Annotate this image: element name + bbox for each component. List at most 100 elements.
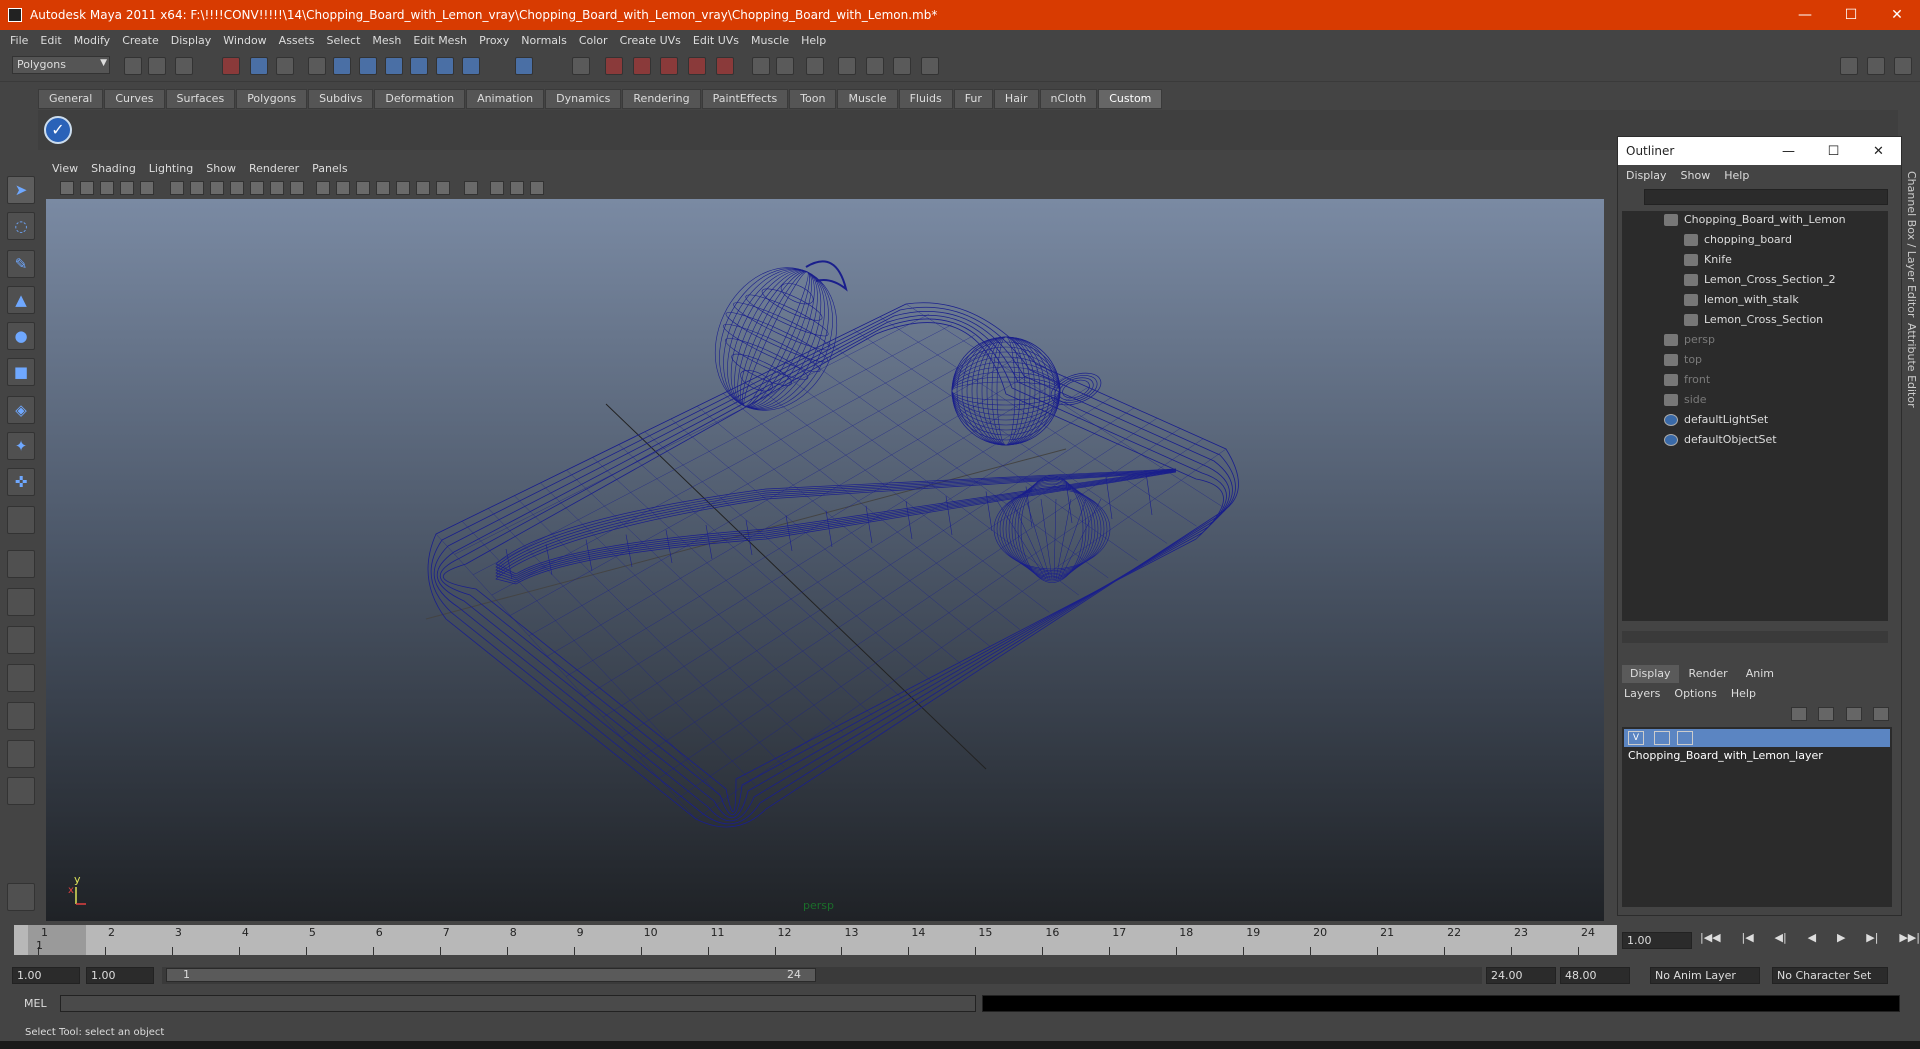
close-button[interactable]: ✕ — [1874, 7, 1920, 23]
shadows-icon[interactable] — [436, 181, 450, 195]
single-pane-layout-button[interactable] — [7, 550, 35, 578]
outliner-item[interactable]: Lemon_Cross_Section — [1684, 311, 1823, 329]
select-tool-button[interactable]: ➤ — [7, 176, 35, 204]
xray-components-icon[interactable] — [530, 181, 544, 195]
last-tool-button[interactable] — [7, 506, 35, 534]
four-pane-layout-button[interactable] — [7, 588, 35, 616]
outliner-item[interactable]: Knife — [1684, 251, 1732, 269]
render-view-icon[interactable] — [716, 57, 734, 75]
layer-menu-options[interactable]: Options — [1674, 687, 1716, 700]
menu-normals[interactable]: Normals — [515, 34, 573, 47]
safe-title-icon[interactable] — [290, 181, 304, 195]
lighting-default-icon[interactable] — [396, 181, 410, 195]
viewport-menu-show[interactable]: Show — [206, 162, 244, 175]
outliner-close-button[interactable]: ✕ — [1856, 144, 1901, 159]
save-scene-icon[interactable] — [175, 57, 193, 75]
outliner-item[interactable]: lemon_with_stalk — [1684, 291, 1799, 309]
xray-joints-icon[interactable] — [510, 181, 524, 195]
channel-box-layer-editor-tab[interactable]: Channel Box / Layer Editor — [1905, 171, 1918, 318]
field-chart-icon[interactable] — [250, 181, 264, 195]
ipr-render-icon[interactable] — [633, 57, 651, 75]
menu-file[interactable]: File — [4, 34, 34, 47]
move-tool-button[interactable]: ▲ — [7, 286, 35, 314]
animation-end-field[interactable]: 48.00 — [1560, 967, 1630, 984]
layouts-menu-button[interactable] — [7, 777, 35, 805]
shelf-tab-fluids[interactable]: Fluids — [898, 89, 953, 109]
new-layer-from-selection-icon[interactable] — [1873, 707, 1889, 721]
playback-start-field[interactable]: 1.00 — [86, 967, 154, 984]
step-back-key-button[interactable]: |◀ — [1742, 931, 1754, 951]
playback-end-field[interactable]: 24.00 — [1486, 967, 1556, 984]
xray-icon[interactable] — [490, 181, 504, 195]
clapper-icon[interactable] — [866, 57, 884, 75]
layer-row[interactable]: V Chopping_Board_with_Lemon_layer — [1624, 729, 1890, 762]
select-handles-icon[interactable] — [572, 57, 590, 75]
image-plane-icon[interactable] — [120, 181, 134, 195]
layer-visibility-toggle[interactable]: V — [1628, 731, 1644, 745]
outliner-item[interactable]: persp — [1664, 331, 1715, 349]
render-current-frame-icon[interactable] — [605, 57, 623, 75]
shelf-tab-toon[interactable]: Toon — [789, 89, 837, 109]
menu-edit-mesh[interactable]: Edit Mesh — [407, 34, 473, 47]
outliner-item[interactable]: chopping_board — [1684, 231, 1792, 249]
outliner-item[interactable]: Chopping_Board_with_Lemon — [1664, 211, 1846, 229]
two-pane-layout-button[interactable] — [7, 626, 35, 654]
menu-window[interactable]: Window — [217, 34, 272, 47]
character-set-selector[interactable]: No Character Set — [1772, 967, 1888, 984]
layer-menu-help[interactable]: Help — [1731, 687, 1756, 700]
new-empty-layer-icon[interactable] — [1845, 707, 1862, 721]
gear-icon[interactable] — [921, 57, 939, 75]
construction-history-icon[interactable] — [462, 57, 480, 75]
hypershade-layout-button[interactable] — [7, 740, 35, 768]
menu-color[interactable]: Color — [573, 34, 614, 47]
viewport-menu-shading[interactable]: Shading — [91, 162, 144, 175]
attribute-editor-tab[interactable]: Attribute Editor — [1905, 323, 1918, 408]
wireframe-on-shaded-icon[interactable] — [356, 181, 370, 195]
camera-attributes-icon[interactable] — [80, 181, 94, 195]
snap-grid-icon[interactable] — [308, 57, 326, 75]
smooth-shade-icon[interactable] — [336, 181, 350, 195]
gate-mask-icon[interactable] — [230, 181, 244, 195]
viewport-menu-panels[interactable]: Panels — [312, 162, 355, 175]
range-slider-track[interactable]: 1 24 — [162, 967, 1482, 984]
shelf-tab-animation[interactable]: Animation — [466, 89, 545, 109]
shelf-tab-polygons[interactable]: Polygons — [236, 89, 308, 109]
history-icon[interactable] — [436, 57, 454, 75]
time-slider[interactable]: 1 2 3 4 5 6 7 8 9 10 11 12 13 14 15 16 17 18 19 20 21 22 23 24 1 — [14, 925, 1617, 955]
shelf-tab-muscle[interactable]: Muscle — [837, 89, 898, 109]
select-camera-icon[interactable] — [60, 181, 74, 195]
maximize-button[interactable]: ☐ — [1828, 7, 1874, 23]
tab-render[interactable]: Render — [1680, 665, 1736, 683]
step-forward-key-button[interactable]: ▶| — [1866, 931, 1878, 951]
two-d-pan-icon[interactable] — [140, 181, 154, 195]
menu-assets[interactable]: Assets — [273, 34, 321, 47]
shelf-tab-ncloth[interactable]: nCloth — [1039, 89, 1098, 109]
tool-settings-toggle-icon[interactable] — [1894, 57, 1912, 75]
minimize-button[interactable]: — — [1782, 7, 1828, 23]
hypershade-icon[interactable] — [688, 57, 706, 75]
snap-live-surface-icon[interactable] — [410, 57, 428, 75]
lighting-all-icon[interactable] — [416, 181, 430, 195]
lock-icon[interactable] — [515, 57, 533, 75]
outliner-horizontal-scrollbar[interactable] — [1622, 631, 1888, 643]
show-manip-tool-button[interactable]: ✜ — [7, 468, 35, 496]
channel-box-toggle-icon[interactable] — [1840, 57, 1858, 75]
layer-color-swatch[interactable] — [1677, 731, 1693, 745]
wireframe-icon[interactable] — [316, 181, 330, 195]
menu-set-selector[interactable]: Polygons ▼ — [12, 56, 110, 74]
outliner-item[interactable]: top — [1664, 351, 1702, 369]
animation-start-field[interactable]: 1.00 — [12, 967, 80, 984]
shelf-tab-subdivs[interactable]: Subdivs — [308, 89, 374, 109]
menu-create-uvs[interactable]: Create UVs — [614, 34, 687, 47]
select-by-component-icon[interactable] — [276, 57, 294, 75]
menu-help[interactable]: Help — [795, 34, 832, 47]
snap-point-icon[interactable] — [359, 57, 377, 75]
select-by-hierarchy-icon[interactable] — [222, 57, 240, 75]
shelf-tab-general[interactable]: General — [38, 89, 104, 109]
outliner-menu-help[interactable]: Help — [1724, 169, 1749, 182]
play-backwards-button[interactable]: ◀ — [1808, 931, 1816, 951]
scale-tool-button[interactable]: ■ — [7, 358, 35, 386]
outliner-menu-show[interactable]: Show — [1681, 169, 1711, 182]
outliner-item[interactable]: front — [1664, 371, 1710, 389]
new-scene-icon[interactable] — [124, 57, 142, 75]
